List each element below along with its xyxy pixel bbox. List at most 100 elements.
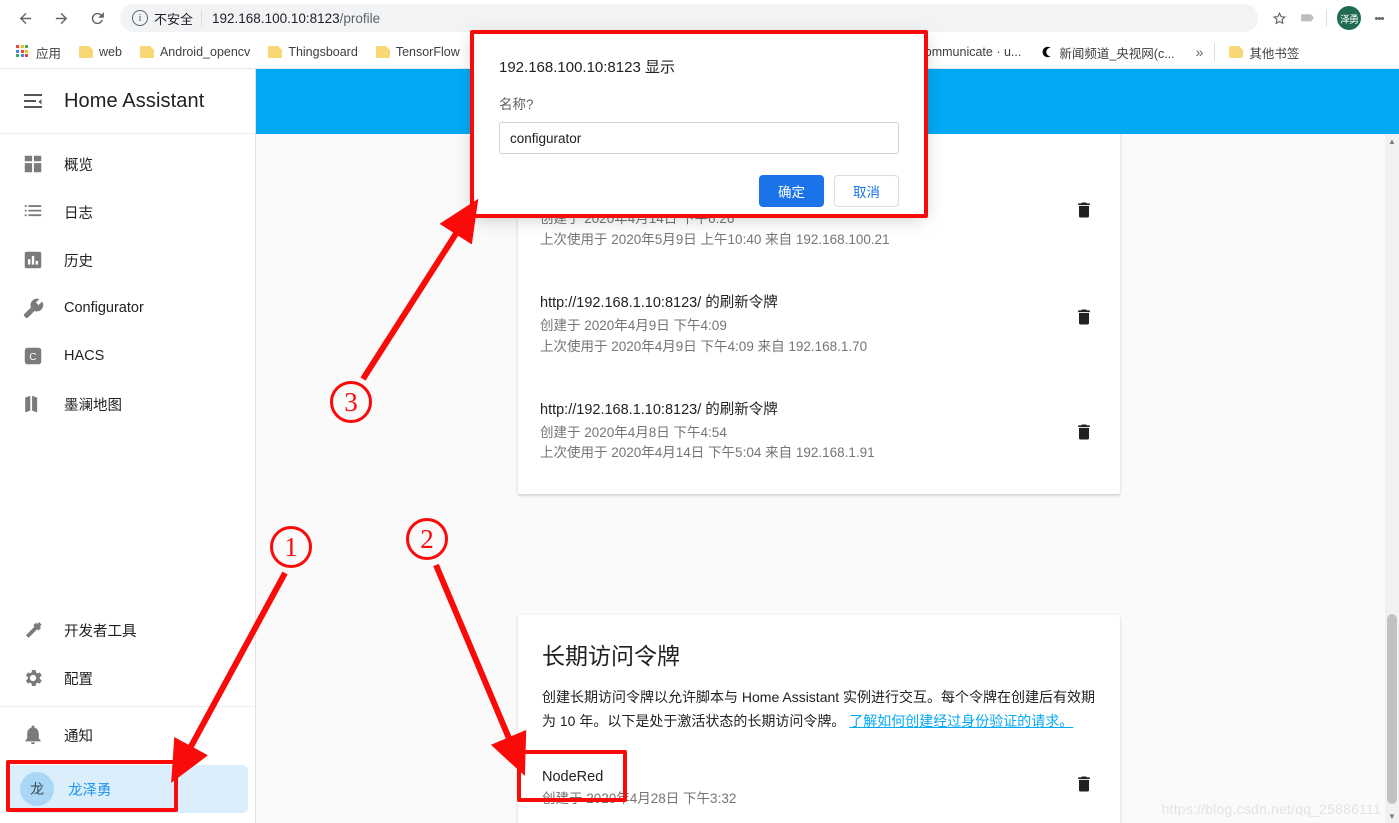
dialog-cancel-button[interactable]: 取消 xyxy=(834,175,899,207)
other-bookmarks-label: 其他书签 xyxy=(1249,46,1300,61)
sidebar-item-notifications[interactable]: 通知 xyxy=(0,711,256,759)
sidebar-item-label: Configurator xyxy=(64,300,144,316)
trash-icon[interactable] xyxy=(1074,773,1096,797)
bell-icon xyxy=(20,722,46,748)
trash-icon[interactable] xyxy=(1074,421,1096,445)
sidebar-item-user-profile[interactable]: 龙 龙泽勇 xyxy=(8,765,248,813)
apps-grid-icon xyxy=(16,45,30,59)
reload-icon xyxy=(91,11,104,24)
sidebar-item-label: 日志 xyxy=(64,205,93,222)
list-icon xyxy=(20,199,46,225)
reload-button[interactable] xyxy=(82,3,112,33)
sidebar-divider xyxy=(0,706,256,707)
dialog-actions: 确定 取消 xyxy=(499,175,899,207)
bookmark-label: Android_opencv xyxy=(159,45,251,59)
info-icon[interactable]: i xyxy=(132,10,148,26)
folder-icon xyxy=(1229,46,1244,58)
bookmarks-divider xyxy=(1214,43,1216,61)
trash-icon[interactable] xyxy=(1074,199,1096,223)
map-icon xyxy=(20,391,46,417)
content-scrollbar[interactable]: ▲ ▼ xyxy=(1385,134,1399,823)
sidebar: Home Assistant 概览 日志 历史 Configurator C H… xyxy=(0,69,256,823)
extension-button[interactable] xyxy=(1294,5,1320,31)
sidebar-item-map[interactable]: 墨澜地图 xyxy=(0,380,255,428)
folder-icon xyxy=(268,46,283,58)
bookmark-thingsboard[interactable]: Thingsboard xyxy=(260,40,366,64)
forward-arrow-icon xyxy=(55,12,67,24)
bookmark-label: Communicate · u... xyxy=(915,45,1022,59)
token-title: http://192.168.1.10:8123/ 的刷新令牌 xyxy=(540,294,778,311)
scroll-down-arrow-icon[interactable]: ▼ xyxy=(1385,809,1399,823)
avatar: 龙 xyxy=(20,772,54,806)
bookmark-cctv-news[interactable]: 新闻频道_央视网(c... xyxy=(1031,40,1182,64)
long-lived-tokens-card: 长期访问令牌 创建长期访问令牌以允许脚本与 Home Assistant 实例进… xyxy=(518,615,1120,823)
bookmark-android-opencv[interactable]: Android_opencv xyxy=(132,40,258,64)
bookmark-web[interactable]: web xyxy=(71,40,130,64)
sidebar-item-overview[interactable]: 概览 xyxy=(0,140,255,188)
sidebar-item-hacs[interactable]: C HACS xyxy=(0,332,255,380)
token-last-used: 上次使用于 2020年4月9日 下午4:09 来自 192.168.1.70 xyxy=(540,338,868,354)
dialog-confirm-button[interactable]: 确定 xyxy=(759,175,824,207)
dialog-message: 名称? xyxy=(499,97,534,112)
folder-icon xyxy=(79,46,94,58)
llat-help-link[interactable]: 了解如何创建经过身份验证的请求。 xyxy=(849,713,1073,729)
bookmark-star-button[interactable] xyxy=(1266,5,1292,31)
sidebar-nav: 概览 日志 历史 Configurator C HACS 墨澜地图 xyxy=(0,134,255,428)
url-host: 192.168.100.10:8123 xyxy=(212,10,340,26)
omnibox-divider xyxy=(201,10,203,26)
extension-icon xyxy=(1300,13,1314,21)
sidebar-item-label: 墨澜地图 xyxy=(64,397,122,414)
dialog-title: 192.168.100.10:8123 显示 xyxy=(499,59,675,76)
javascript-prompt-dialog: 192.168.100.10:8123 显示 名称? 确定 取消 xyxy=(474,34,924,214)
token-created: 创建于 2020年4月8日 下午4:54 xyxy=(540,424,727,440)
watermark: https://blog.csdn.net/qq_25886111 xyxy=(1161,801,1381,817)
hammer-icon xyxy=(20,617,46,643)
cctv-icon xyxy=(1039,45,1053,59)
url-path: /profile xyxy=(339,10,381,26)
scroll-up-arrow-icon[interactable]: ▲ xyxy=(1385,134,1399,148)
sidebar-item-label: 概览 xyxy=(64,157,93,174)
star-icon xyxy=(1272,11,1286,24)
token-created: 创建于 2020年4月9日 下午4:09 xyxy=(540,317,727,333)
sidebar-item-developer-tools[interactable]: 开发者工具 xyxy=(0,606,256,654)
other-bookmarks-button[interactable]: 其他书签 xyxy=(1221,40,1307,64)
llat-title: 长期访问令牌 xyxy=(542,643,680,669)
toolbar-divider xyxy=(1326,9,1327,27)
bookmark-apps[interactable]: 应用 xyxy=(8,40,69,64)
bookmark-tensorflow[interactable]: TensorFlow xyxy=(368,40,468,64)
sidebar-item-label: 配置 xyxy=(64,671,93,688)
profile-avatar[interactable]: 泽勇 xyxy=(1337,6,1361,30)
forward-button[interactable] xyxy=(46,3,76,33)
sidebar-item-history[interactable]: 历史 xyxy=(0,236,255,284)
dashboard-icon xyxy=(20,151,46,177)
bookmark-label: 应用 xyxy=(36,46,62,61)
security-label: 不安全 xyxy=(154,11,194,27)
sidebar-item-logbook[interactable]: 日志 xyxy=(0,188,255,236)
llat-token-created: 创建于 2020年4月28日 下午3:32 xyxy=(542,791,737,807)
menu-collapse-icon[interactable] xyxy=(20,88,46,114)
bookmarks-overflow-button[interactable]: » xyxy=(1189,44,1211,60)
browser-toolbar: i 不安全 192.168.100.10:8123/profile 泽勇 xyxy=(0,0,1399,36)
content-scroll-area: 创建于 2020年4月24日 下午3:29 上次使用于 2020年4月24日 下… xyxy=(256,134,1385,823)
wrench-icon xyxy=(20,295,46,321)
sidebar-item-configuration[interactable]: 配置 xyxy=(0,654,256,702)
browser-menu-button[interactable] xyxy=(1367,15,1391,20)
app-title: Home Assistant xyxy=(64,89,205,112)
dialog-name-input[interactable] xyxy=(499,122,899,154)
folder-icon xyxy=(375,46,390,58)
bookmark-label: Thingsboard xyxy=(288,45,358,59)
back-button[interactable] xyxy=(10,3,40,33)
address-bar[interactable]: i 不安全 192.168.100.10:8123/profile xyxy=(120,4,1258,32)
scrollbar-thumb[interactable] xyxy=(1387,614,1397,804)
hacs-icon: C xyxy=(20,343,46,369)
sidebar-item-configurator[interactable]: Configurator xyxy=(0,284,255,332)
trash-icon[interactable] xyxy=(1074,306,1096,330)
llat-body: 长期访问令牌 创建长期访问令牌以允许脚本与 Home Assistant 实例进… xyxy=(518,615,1120,743)
llat-token-row: NodeRed 创建于 2020年4月28日 下午3:32 xyxy=(518,743,1120,823)
table-row: http://192.168.1.10:8123/ 的刷新令牌 创建于 2020… xyxy=(518,265,1120,372)
user-name-label: 龙泽勇 xyxy=(68,782,112,799)
sidebar-bottom: 开发者工具 配置 通知 龙 龙泽勇 xyxy=(0,606,256,823)
sidebar-item-label: 开发者工具 xyxy=(64,623,137,640)
table-row: http://192.168.1.10:8123/ 的刷新令牌 创建于 2020… xyxy=(518,372,1120,495)
token-last-used: 上次使用于 2020年4月14日 下午5:04 来自 192.168.1.91 xyxy=(540,445,875,461)
